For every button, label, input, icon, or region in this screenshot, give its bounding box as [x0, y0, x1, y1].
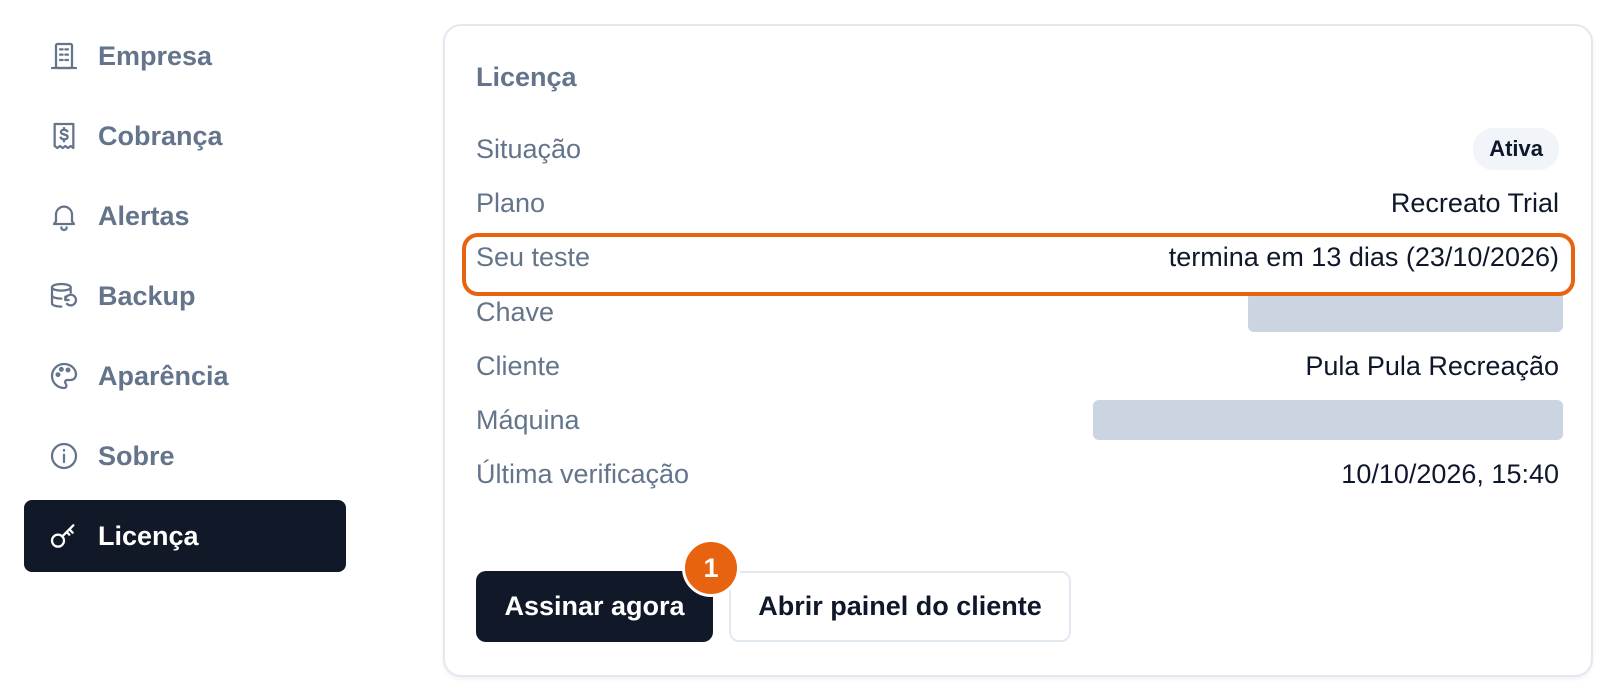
machine-row: Máquina — [476, 392, 1563, 448]
client-row: Cliente Pula Pula Recreação — [476, 338, 1559, 394]
status-label: Situação — [476, 133, 582, 164]
last-check-row: Última verificação 10/10/2026, 15:40 — [476, 446, 1559, 502]
sidebar-item-label: Licença — [98, 520, 199, 551]
plan-row: Plano Recreato Trial — [476, 175, 1559, 231]
trial-highlight-annotation — [462, 233, 1575, 296]
status-row: Situação Ativa — [476, 121, 1559, 177]
sidebar-item-label: Backup — [98, 280, 196, 311]
sidebar-item-empresa[interactable]: Empresa — [24, 20, 346, 92]
last-check-label: Última verificação — [476, 458, 690, 489]
sidebar-item-cobranca[interactable]: Cobrança — [24, 100, 346, 172]
building-icon — [48, 40, 80, 72]
bell-icon — [48, 200, 80, 232]
open-client-panel-button[interactable]: Abrir painel do cliente — [729, 571, 1071, 642]
key-icon — [48, 520, 80, 552]
database-restore-icon — [48, 280, 80, 312]
sidebar-item-label: Cobrança — [98, 120, 223, 151]
machine-label: Máquina — [476, 404, 580, 435]
settings-page: Empresa Cobrança Alertas Backup Aparênci… — [0, 0, 1616, 700]
sidebar-item-label: Aparência — [98, 360, 229, 391]
sidebar-item-alertas[interactable]: Alertas — [24, 180, 346, 252]
sidebar-item-label: Sobre — [98, 440, 175, 471]
last-check-value: 10/10/2026, 15:40 — [1341, 458, 1559, 489]
sidebar-item-label: Empresa — [98, 40, 213, 71]
receipt-dollar-icon — [48, 120, 80, 152]
info-icon — [48, 440, 80, 472]
sidebar-item-sobre[interactable]: Sobre — [24, 420, 346, 492]
license-title: Licença — [476, 62, 577, 92]
step-number-badge: 1 — [682, 539, 740, 597]
client-label: Cliente — [476, 350, 561, 381]
plan-label: Plano — [476, 187, 546, 218]
settings-sidebar: Empresa Cobrança Alertas Backup Aparênci… — [24, 20, 346, 580]
key-redacted-value — [1248, 292, 1563, 332]
client-value: Pula Pula Recreação — [1305, 350, 1559, 381]
palette-icon — [48, 360, 80, 392]
key-label: Chave — [476, 296, 555, 327]
sidebar-item-aparencia[interactable]: Aparência — [24, 340, 346, 412]
machine-redacted-value — [1093, 400, 1563, 440]
sidebar-item-backup[interactable]: Backup — [24, 260, 346, 332]
license-card: Licença Situação Ativa Plano Recreato Tr… — [443, 24, 1593, 677]
status-badge: Ativa — [1473, 128, 1559, 170]
sidebar-item-licenca[interactable]: Licença — [24, 500, 346, 572]
plan-value: Recreato Trial — [1390, 187, 1559, 218]
sidebar-item-label: Alertas — [98, 200, 190, 231]
subscribe-now-button[interactable]: Assinar agora — [476, 571, 713, 642]
